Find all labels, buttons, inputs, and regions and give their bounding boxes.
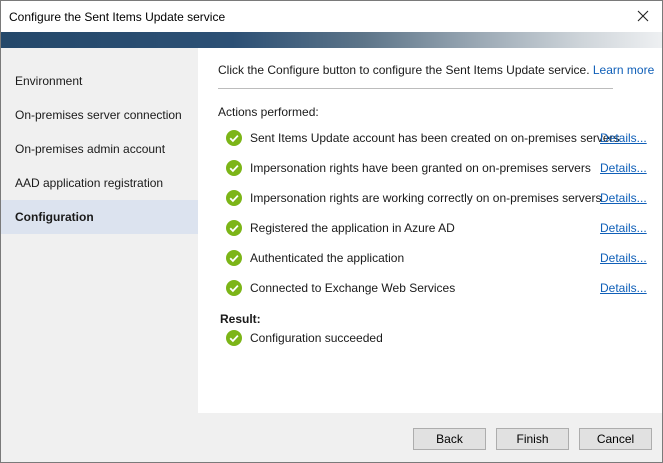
intro-text: Click the Configure button to configure …: [218, 63, 590, 77]
divider: [218, 88, 613, 89]
title-bar: Configure the Sent Items Update service: [1, 1, 662, 32]
action-row: Impersonation rights have been granted o…: [226, 158, 647, 178]
actions-label: Actions performed:: [218, 105, 319, 119]
dialog-window: Configure the Sent Items Update service …: [0, 0, 663, 463]
sidebar-item-environment[interactable]: Environment: [1, 64, 198, 98]
sidebar-item-on-premises-server-connection[interactable]: On-premises server connection: [1, 98, 198, 132]
close-icon: [637, 10, 649, 22]
sidebar-item-label: AAD application registration: [15, 176, 164, 190]
action-row: Impersonation rights are working correct…: [226, 188, 647, 208]
window-title: Configure the Sent Items Update service: [9, 10, 226, 24]
action-text: Authenticated the application: [250, 251, 405, 265]
action-text: Impersonation rights are working correct…: [250, 191, 602, 205]
result-label: Result:: [220, 312, 261, 326]
sidebar-item-on-premises-admin-account[interactable]: On-premises admin account: [1, 132, 198, 166]
finish-button[interactable]: Finish: [496, 428, 569, 450]
action-text: Connected to Exchange Web Services: [250, 281, 456, 295]
check-circle-icon: [226, 190, 242, 206]
action-row: Registered the application in Azure AD D…: [226, 218, 647, 238]
details-link[interactable]: Details...: [600, 161, 647, 175]
sidebar-item-label: Environment: [15, 74, 83, 88]
action-row: Connected to Exchange Web Services Detai…: [226, 278, 647, 298]
result-text: Configuration succeeded: [250, 331, 383, 345]
sidebar-item-label: Configuration: [15, 210, 94, 224]
check-circle-icon: [226, 130, 242, 146]
sidebar-item-configuration[interactable]: Configuration: [1, 200, 198, 234]
back-button[interactable]: Back: [413, 428, 486, 450]
close-button[interactable]: [630, 4, 656, 28]
header-banner: [1, 32, 662, 48]
intro-line: Click the Configure button to configure …: [218, 63, 654, 77]
sidebar-item-aad-application-registration[interactable]: AAD application registration: [1, 166, 198, 200]
action-row: Authenticated the application Details...: [226, 248, 647, 268]
sidebar-item-label: On-premises admin account: [15, 142, 166, 156]
action-text: Impersonation rights have been granted o…: [250, 161, 591, 175]
main-content: Click the Configure button to configure …: [198, 48, 662, 413]
check-circle-icon: [226, 160, 242, 176]
check-circle-icon: [226, 280, 242, 296]
details-link[interactable]: Details...: [600, 281, 647, 295]
sidebar: Environment On-premises server connectio…: [1, 48, 198, 413]
details-link[interactable]: Details...: [600, 191, 647, 205]
footer: Back Finish Cancel: [1, 413, 662, 462]
check-circle-icon: [226, 250, 242, 266]
details-link[interactable]: Details...: [600, 251, 647, 265]
check-circle-icon: [226, 220, 242, 236]
action-text: Sent Items Update account has been creat…: [250, 131, 620, 145]
action-row: Sent Items Update account has been creat…: [226, 128, 647, 148]
details-link[interactable]: Details...: [600, 221, 647, 235]
details-link[interactable]: Details...: [600, 131, 647, 145]
result-row: Configuration succeeded: [226, 328, 646, 348]
action-text: Registered the application in Azure AD: [250, 221, 455, 235]
cancel-button[interactable]: Cancel: [579, 428, 652, 450]
sidebar-item-label: On-premises server connection: [15, 108, 182, 122]
check-circle-icon: [226, 330, 242, 346]
learn-more-link[interactable]: Learn more: [593, 63, 654, 77]
